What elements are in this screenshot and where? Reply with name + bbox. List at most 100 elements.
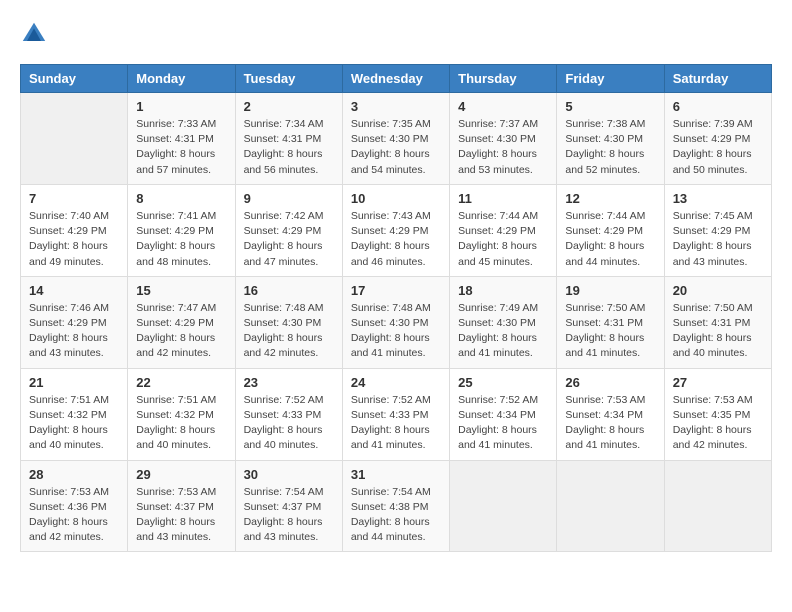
calendar-cell: 31 Sunrise: 7:54 AMSunset: 4:38 PMDayligh… xyxy=(342,460,449,552)
day-info: Sunrise: 7:53 AMSunset: 4:35 PMDaylight:… xyxy=(673,393,763,454)
calendar-cell: 26 Sunrise: 7:53 AMSunset: 4:34 PMDayligh… xyxy=(557,368,664,460)
day-info: Sunrise: 7:49 AMSunset: 4:30 PMDaylight:… xyxy=(458,301,548,362)
calendar-cell: 24 Sunrise: 7:52 AMSunset: 4:33 PMDayligh… xyxy=(342,368,449,460)
calendar-cell: 8 Sunrise: 7:41 AMSunset: 4:29 PMDaylight… xyxy=(128,184,235,276)
day-info: Sunrise: 7:40 AMSunset: 4:29 PMDaylight:… xyxy=(29,209,119,270)
day-number: 19 xyxy=(565,283,655,298)
day-number: 15 xyxy=(136,283,226,298)
calendar-cell xyxy=(557,460,664,552)
calendar-cell: 10 Sunrise: 7:43 AMSunset: 4:29 PMDayligh… xyxy=(342,184,449,276)
calendar-header-row: SundayMondayTuesdayWednesdayThursdayFrid… xyxy=(21,65,772,93)
calendar-cell: 2 Sunrise: 7:34 AMSunset: 4:31 PMDaylight… xyxy=(235,93,342,185)
day-number: 28 xyxy=(29,467,119,482)
day-number: 2 xyxy=(244,99,334,114)
day-number: 13 xyxy=(673,191,763,206)
day-number: 16 xyxy=(244,283,334,298)
calendar-cell: 17 Sunrise: 7:48 AMSunset: 4:30 PMDayligh… xyxy=(342,276,449,368)
day-number: 17 xyxy=(351,283,441,298)
calendar-cell: 14 Sunrise: 7:46 AMSunset: 4:29 PMDayligh… xyxy=(21,276,128,368)
calendar-cell: 1Sunrise: 7:33 AMSunset: 4:31 PMDaylight… xyxy=(128,93,235,185)
logo-icon xyxy=(20,20,48,48)
calendar-week-row: 1Sunrise: 7:33 AMSunset: 4:31 PMDaylight… xyxy=(21,93,772,185)
day-number: 11 xyxy=(458,191,548,206)
day-number: 21 xyxy=(29,375,119,390)
day-header-tuesday: Tuesday xyxy=(235,65,342,93)
day-info: Sunrise: 7:46 AMSunset: 4:29 PMDaylight:… xyxy=(29,301,119,362)
calendar-cell: 5 Sunrise: 7:38 AMSunset: 4:30 PMDaylight… xyxy=(557,93,664,185)
day-info: Sunrise: 7:51 AMSunset: 4:32 PMDaylight:… xyxy=(136,393,226,454)
calendar-cell xyxy=(21,93,128,185)
day-number: 14 xyxy=(29,283,119,298)
day-info: Sunrise: 7:43 AMSunset: 4:29 PMDaylight:… xyxy=(351,209,441,270)
day-number: 12 xyxy=(565,191,655,206)
day-info: Sunrise: 7:45 AMSunset: 4:29 PMDaylight:… xyxy=(673,209,763,270)
calendar-week-row: 21 Sunrise: 7:51 AMSunset: 4:32 PMDayligh… xyxy=(21,368,772,460)
day-number: 24 xyxy=(351,375,441,390)
page-header xyxy=(20,20,772,48)
day-info: Sunrise: 7:52 AMSunset: 4:34 PMDaylight:… xyxy=(458,393,548,454)
day-header-sunday: Sunday xyxy=(21,65,128,93)
day-info: Sunrise: 7:41 AMSunset: 4:29 PMDaylight:… xyxy=(136,209,226,270)
day-number: 3 xyxy=(351,99,441,114)
calendar-week-row: 14 Sunrise: 7:46 AMSunset: 4:29 PMDayligh… xyxy=(21,276,772,368)
day-number: 23 xyxy=(244,375,334,390)
day-info: Sunrise: 7:53 AMSunset: 4:36 PMDaylight:… xyxy=(29,485,119,546)
day-header-thursday: Thursday xyxy=(450,65,557,93)
day-number: 10 xyxy=(351,191,441,206)
day-number: 22 xyxy=(136,375,226,390)
day-info: Sunrise: 7:54 AMSunset: 4:37 PMDaylight:… xyxy=(244,485,334,546)
calendar-cell: 19 Sunrise: 7:50 AMSunset: 4:31 PMDayligh… xyxy=(557,276,664,368)
day-info: Sunrise: 7:53 AMSunset: 4:34 PMDaylight:… xyxy=(565,393,655,454)
day-info: Sunrise: 7:38 AMSunset: 4:30 PMDaylight:… xyxy=(565,117,655,178)
day-header-saturday: Saturday xyxy=(664,65,771,93)
day-info: Sunrise: 7:47 AMSunset: 4:29 PMDaylight:… xyxy=(136,301,226,362)
day-number: 5 xyxy=(565,99,655,114)
day-info: Sunrise: 7:52 AMSunset: 4:33 PMDaylight:… xyxy=(244,393,334,454)
calendar-table: SundayMondayTuesdayWednesdayThursdayFrid… xyxy=(20,64,772,552)
day-number: 7 xyxy=(29,191,119,206)
day-number: 27 xyxy=(673,375,763,390)
day-info: Sunrise: 7:50 AMSunset: 4:31 PMDaylight:… xyxy=(565,301,655,362)
calendar-cell xyxy=(664,460,771,552)
calendar-week-row: 28 Sunrise: 7:53 AMSunset: 4:36 PMDayligh… xyxy=(21,460,772,552)
day-number: 29 xyxy=(136,467,226,482)
calendar-cell: 18 Sunrise: 7:49 AMSunset: 4:30 PMDayligh… xyxy=(450,276,557,368)
day-number: 31 xyxy=(351,467,441,482)
day-info: Sunrise: 7:48 AMSunset: 4:30 PMDaylight:… xyxy=(244,301,334,362)
calendar-cell: 30 Sunrise: 7:54 AMSunset: 4:37 PMDayligh… xyxy=(235,460,342,552)
calendar-cell: 27 Sunrise: 7:53 AMSunset: 4:35 PMDayligh… xyxy=(664,368,771,460)
calendar-cell: 11 Sunrise: 7:44 AMSunset: 4:29 PMDayligh… xyxy=(450,184,557,276)
calendar-week-row: 7 Sunrise: 7:40 AMSunset: 4:29 PMDaylight… xyxy=(21,184,772,276)
day-header-wednesday: Wednesday xyxy=(342,65,449,93)
day-number: 8 xyxy=(136,191,226,206)
day-number: 26 xyxy=(565,375,655,390)
calendar-cell: 6 Sunrise: 7:39 AMSunset: 4:29 PMDaylight… xyxy=(664,93,771,185)
day-info: Sunrise: 7:50 AMSunset: 4:31 PMDaylight:… xyxy=(673,301,763,362)
calendar-cell: 16 Sunrise: 7:48 AMSunset: 4:30 PMDayligh… xyxy=(235,276,342,368)
day-number: 25 xyxy=(458,375,548,390)
calendar-cell: 20Sunrise: 7:50 AMSunset: 4:31 PMDayligh… xyxy=(664,276,771,368)
day-number: 6 xyxy=(673,99,763,114)
day-info: Sunrise: 7:52 AMSunset: 4:33 PMDaylight:… xyxy=(351,393,441,454)
day-info: Sunrise: 7:39 AMSunset: 4:29 PMDaylight:… xyxy=(673,117,763,178)
calendar-cell xyxy=(450,460,557,552)
calendar-cell: 22 Sunrise: 7:51 AMSunset: 4:32 PMDayligh… xyxy=(128,368,235,460)
day-info: Sunrise: 7:37 AMSunset: 4:30 PMDaylight:… xyxy=(458,117,548,178)
day-number: 1 xyxy=(136,99,226,114)
day-number: 18 xyxy=(458,283,548,298)
day-header-monday: Monday xyxy=(128,65,235,93)
day-info: Sunrise: 7:53 AMSunset: 4:37 PMDaylight:… xyxy=(136,485,226,546)
day-info: Sunrise: 7:34 AMSunset: 4:31 PMDaylight:… xyxy=(244,117,334,178)
calendar-cell: 29 Sunrise: 7:53 AMSunset: 4:37 PMDayligh… xyxy=(128,460,235,552)
calendar-cell: 15 Sunrise: 7:47 AMSunset: 4:29 PMDayligh… xyxy=(128,276,235,368)
day-info: Sunrise: 7:35 AMSunset: 4:30 PMDaylight:… xyxy=(351,117,441,178)
day-number: 9 xyxy=(244,191,334,206)
calendar-cell: 12 Sunrise: 7:44 AMSunset: 4:29 PMDayligh… xyxy=(557,184,664,276)
day-info: Sunrise: 7:54 AMSunset: 4:38 PMDaylight:… xyxy=(351,485,441,546)
day-info: Sunrise: 7:44 AMSunset: 4:29 PMDaylight:… xyxy=(565,209,655,270)
calendar-cell: 25 Sunrise: 7:52 AMSunset: 4:34 PMDayligh… xyxy=(450,368,557,460)
day-info: Sunrise: 7:48 AMSunset: 4:30 PMDaylight:… xyxy=(351,301,441,362)
day-info: Sunrise: 7:44 AMSunset: 4:29 PMDaylight:… xyxy=(458,209,548,270)
calendar-cell: 3 Sunrise: 7:35 AMSunset: 4:30 PMDaylight… xyxy=(342,93,449,185)
day-number: 30 xyxy=(244,467,334,482)
